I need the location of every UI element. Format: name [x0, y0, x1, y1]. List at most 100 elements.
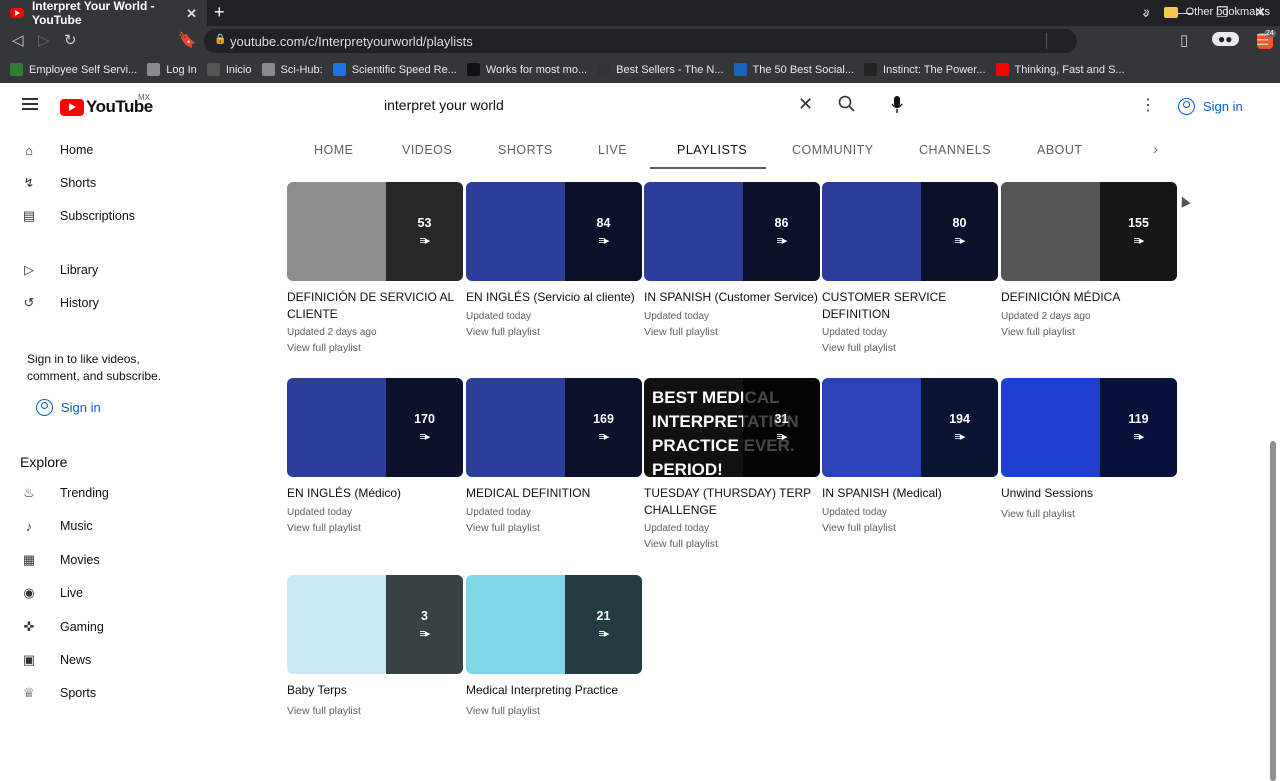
playlist-title[interactable]: EN INGLÉS (Servicio al cliente) — [466, 289, 642, 306]
playlist-title[interactable]: CUSTOMER SERVICE DEFINITION — [822, 289, 998, 322]
bookmark-item[interactable]: Employee Self Servi... — [10, 63, 137, 76]
bookmark-item[interactable]: Thinking, Fast and S... — [995, 63, 1125, 76]
playlist-thumbnail[interactable]: 3 ≡▸ — [287, 575, 463, 674]
bookmark-item[interactable]: Sci-Hub: — [261, 63, 323, 76]
clear-search-icon[interactable]: ✕ — [798, 94, 813, 115]
sidebar-item-live[interactable]: ◉ Live — [20, 584, 83, 602]
view-full-playlist-link[interactable]: View full playlist — [644, 538, 820, 550]
tab-videos[interactable]: VIDEOS — [402, 143, 452, 157]
playlist-title[interactable]: IN SPANISH (Customer Service) — [644, 289, 820, 306]
sidebar-item-news[interactable]: ▣ News — [20, 651, 91, 669]
playlist-thumbnail[interactable]: 155 ≡▸ — [1001, 182, 1177, 281]
sign-in-button[interactable]: Sign in — [1178, 98, 1243, 115]
view-full-playlist-link[interactable]: View full playlist — [822, 522, 998, 534]
bookmark-item[interactable]: Scientific Speed Re... — [332, 63, 457, 76]
playlist-card[interactable]: 3 ≡▸ Baby Terps View full playlist — [287, 575, 463, 717]
playlist-thumbnail[interactable]: 53 ≡▸ — [287, 182, 463, 281]
close-tab-icon[interactable]: ✕ — [186, 6, 197, 22]
playlist-title[interactable]: TUESDAY (THURSDAY) TERP CHALLENGE — [644, 485, 820, 518]
playlist-thumbnail[interactable]: 86 ≡▸ — [644, 182, 820, 281]
chevron-right-icon[interactable]: › — [1153, 141, 1158, 158]
forward-icon[interactable]: ▷ — [38, 31, 50, 49]
playlist-title[interactable]: Medical Interpreting Practice — [466, 682, 642, 699]
playlist-title[interactable]: MEDICAL DEFINITION — [466, 485, 642, 502]
playlist-thumbnail[interactable]: BEST MEDICAL INTERPRETATION PRACTICE EVE… — [644, 378, 820, 477]
playlist-card[interactable]: 84 ≡▸ EN INGLÉS (Servicio al cliente) Updat… — [466, 182, 642, 338]
reload-icon[interactable]: ↻ — [64, 31, 77, 49]
bookmark-item[interactable]: Inicio — [206, 63, 252, 76]
view-full-playlist-link[interactable]: View full playlist — [466, 326, 642, 338]
playlist-thumbnail[interactable]: 80 ≡▸ — [822, 182, 998, 281]
other-bookmarks[interactable]: » Other bookmarks — [1144, 6, 1271, 18]
playlist-title[interactable]: DEFINICIÓN MÉDICA — [1001, 289, 1177, 306]
view-full-playlist-link[interactable]: View full playlist — [287, 342, 463, 354]
sidebar-item-shorts[interactable]: ↯ Shorts — [20, 174, 97, 192]
vpn-icon[interactable]: ●● — [1212, 32, 1239, 46]
playlist-thumbnail[interactable]: 119 ≡▸ — [1001, 378, 1177, 477]
sidebar-item-history[interactable]: ↺ History — [20, 294, 99, 312]
view-full-playlist-link[interactable]: View full playlist — [466, 705, 642, 717]
address-bar[interactable]: 🔒 youtube.com/c/Interpretyourworld/playl… — [204, 29, 1276, 53]
playlist-card[interactable]: 53 ≡▸ DEFINICIÓN DE SERVICIO AL CLIENTE Upd… — [287, 182, 463, 354]
playlist-card[interactable]: 169 ≡▸ MEDICAL DEFINITION Updated today View… — [466, 378, 642, 534]
bookmark-item[interactable]: Best Sellers - The N... — [597, 63, 724, 76]
playlist-card[interactable]: 170 ≡▸ EN INGLÉS (Médico) Updated today View… — [287, 378, 463, 534]
bookmark-item[interactable]: Log In — [147, 63, 197, 76]
playlist-title[interactable]: DEFINICIÓN DE SERVICIO AL CLIENTE — [287, 289, 463, 322]
playlist-card[interactable]: 119 ≡▸ Unwind Sessions View full playlist — [1001, 378, 1177, 520]
playlist-thumbnail[interactable]: 169 ≡▸ — [466, 378, 642, 477]
sidebar-item-music[interactable]: ♪ Music — [20, 517, 93, 535]
playlist-thumbnail[interactable]: 84 ≡▸ — [466, 182, 642, 281]
sidebar-item-gaming[interactable]: ✜ Gaming — [20, 618, 104, 636]
search-icon[interactable] — [838, 95, 856, 113]
view-full-playlist-link[interactable]: View full playlist — [822, 342, 998, 354]
playlist-card[interactable]: 21 ≡▸ Medical Interpreting Practice View fu… — [466, 575, 642, 717]
playlist-title[interactable]: Baby Terps — [287, 682, 463, 699]
playlist-thumbnail[interactable]: 21 ≡▸ — [466, 575, 642, 674]
new-tab-icon[interactable]: + — [214, 2, 225, 23]
playlist-title[interactable]: Unwind Sessions — [1001, 485, 1177, 502]
tab-home[interactable]: HOME — [314, 143, 354, 157]
playlist-card[interactable]: 86 ≡▸ IN SPANISH (Customer Service) Updated… — [644, 182, 820, 338]
sidebar-item-movies[interactable]: ▦ Movies — [20, 551, 100, 569]
tab-live[interactable]: LIVE — [598, 143, 627, 157]
sidebar-item-home[interactable]: ⌂ Home — [20, 141, 93, 159]
playlist-title[interactable]: IN SPANISH (Medical) — [822, 485, 998, 502]
view-full-playlist-link[interactable]: View full playlist — [1001, 326, 1177, 338]
tab-shorts[interactable]: SHORTS — [498, 143, 553, 157]
playlist-thumbnail[interactable]: 170 ≡▸ — [287, 378, 463, 477]
view-full-playlist-link[interactable]: View full playlist — [287, 705, 463, 717]
sidebar-item-trending[interactable]: ♨ Trending — [20, 484, 109, 502]
sidebar-item-library[interactable]: ▷ Library — [20, 261, 98, 279]
sidebar-item-sports[interactable]: ♕ Sports — [20, 684, 96, 702]
bookmark-icon[interactable]: 🔖 — [178, 31, 197, 49]
tab-community[interactable]: COMMUNITY — [792, 143, 874, 157]
sidebar-item-subscriptions[interactable]: ▤ Subscriptions — [20, 207, 135, 225]
tab-channels[interactable]: CHANNELS — [919, 143, 991, 157]
playlist-thumbnail[interactable]: 194 ≡▸ — [822, 378, 998, 477]
microphone-icon[interactable] — [890, 95, 904, 115]
view-full-playlist-link[interactable]: View full playlist — [287, 522, 463, 534]
page-scrollbar[interactable] — [1270, 441, 1276, 781]
playlist-card[interactable]: 194 ≡▸ IN SPANISH (Medical) Updated today Vi… — [822, 378, 998, 534]
guide-menu-icon[interactable] — [22, 98, 38, 110]
more-bookmarks-icon[interactable]: » — [1144, 6, 1150, 18]
bookmark-item[interactable]: Works for most mo... — [466, 63, 587, 76]
playlist-card[interactable]: 80 ≡▸ CUSTOMER SERVICE DEFINITION Updated t… — [822, 182, 998, 354]
bookmark-item[interactable]: The 50 Best Social... — [733, 63, 854, 76]
back-icon[interactable]: ◁ — [12, 31, 24, 49]
playlist-card[interactable]: BEST MEDICAL INTERPRETATION PRACTICE EVE… — [644, 378, 820, 550]
menu-icon[interactable]: ☰ — [1256, 31, 1269, 49]
playlist-title[interactable]: EN INGLÉS (Médico) — [287, 485, 463, 502]
playlist-card[interactable]: 155 ≡▸ DEFINICIÓN MÉDICA Updated 2 days ago… — [1001, 182, 1177, 338]
settings-dots-icon[interactable]: ⋮ — [1140, 95, 1156, 115]
search-input[interactable]: interpret your world — [384, 97, 504, 113]
browser-tab[interactable]: Interpret Your World - YouTube ✕ — [0, 0, 207, 27]
tab-playlists[interactable]: PLAYLISTS — [677, 143, 747, 157]
bookmark-item[interactable]: Instinct: The Power... — [864, 63, 986, 76]
view-full-playlist-link[interactable]: View full playlist — [466, 522, 642, 534]
sidebar-toggle-icon[interactable]: ▯ — [1180, 31, 1188, 49]
youtube-logo[interactable]: YouTube MX — [60, 93, 153, 117]
tab-about[interactable]: ABOUT — [1037, 143, 1083, 157]
view-full-playlist-link[interactable]: View full playlist — [644, 326, 820, 338]
